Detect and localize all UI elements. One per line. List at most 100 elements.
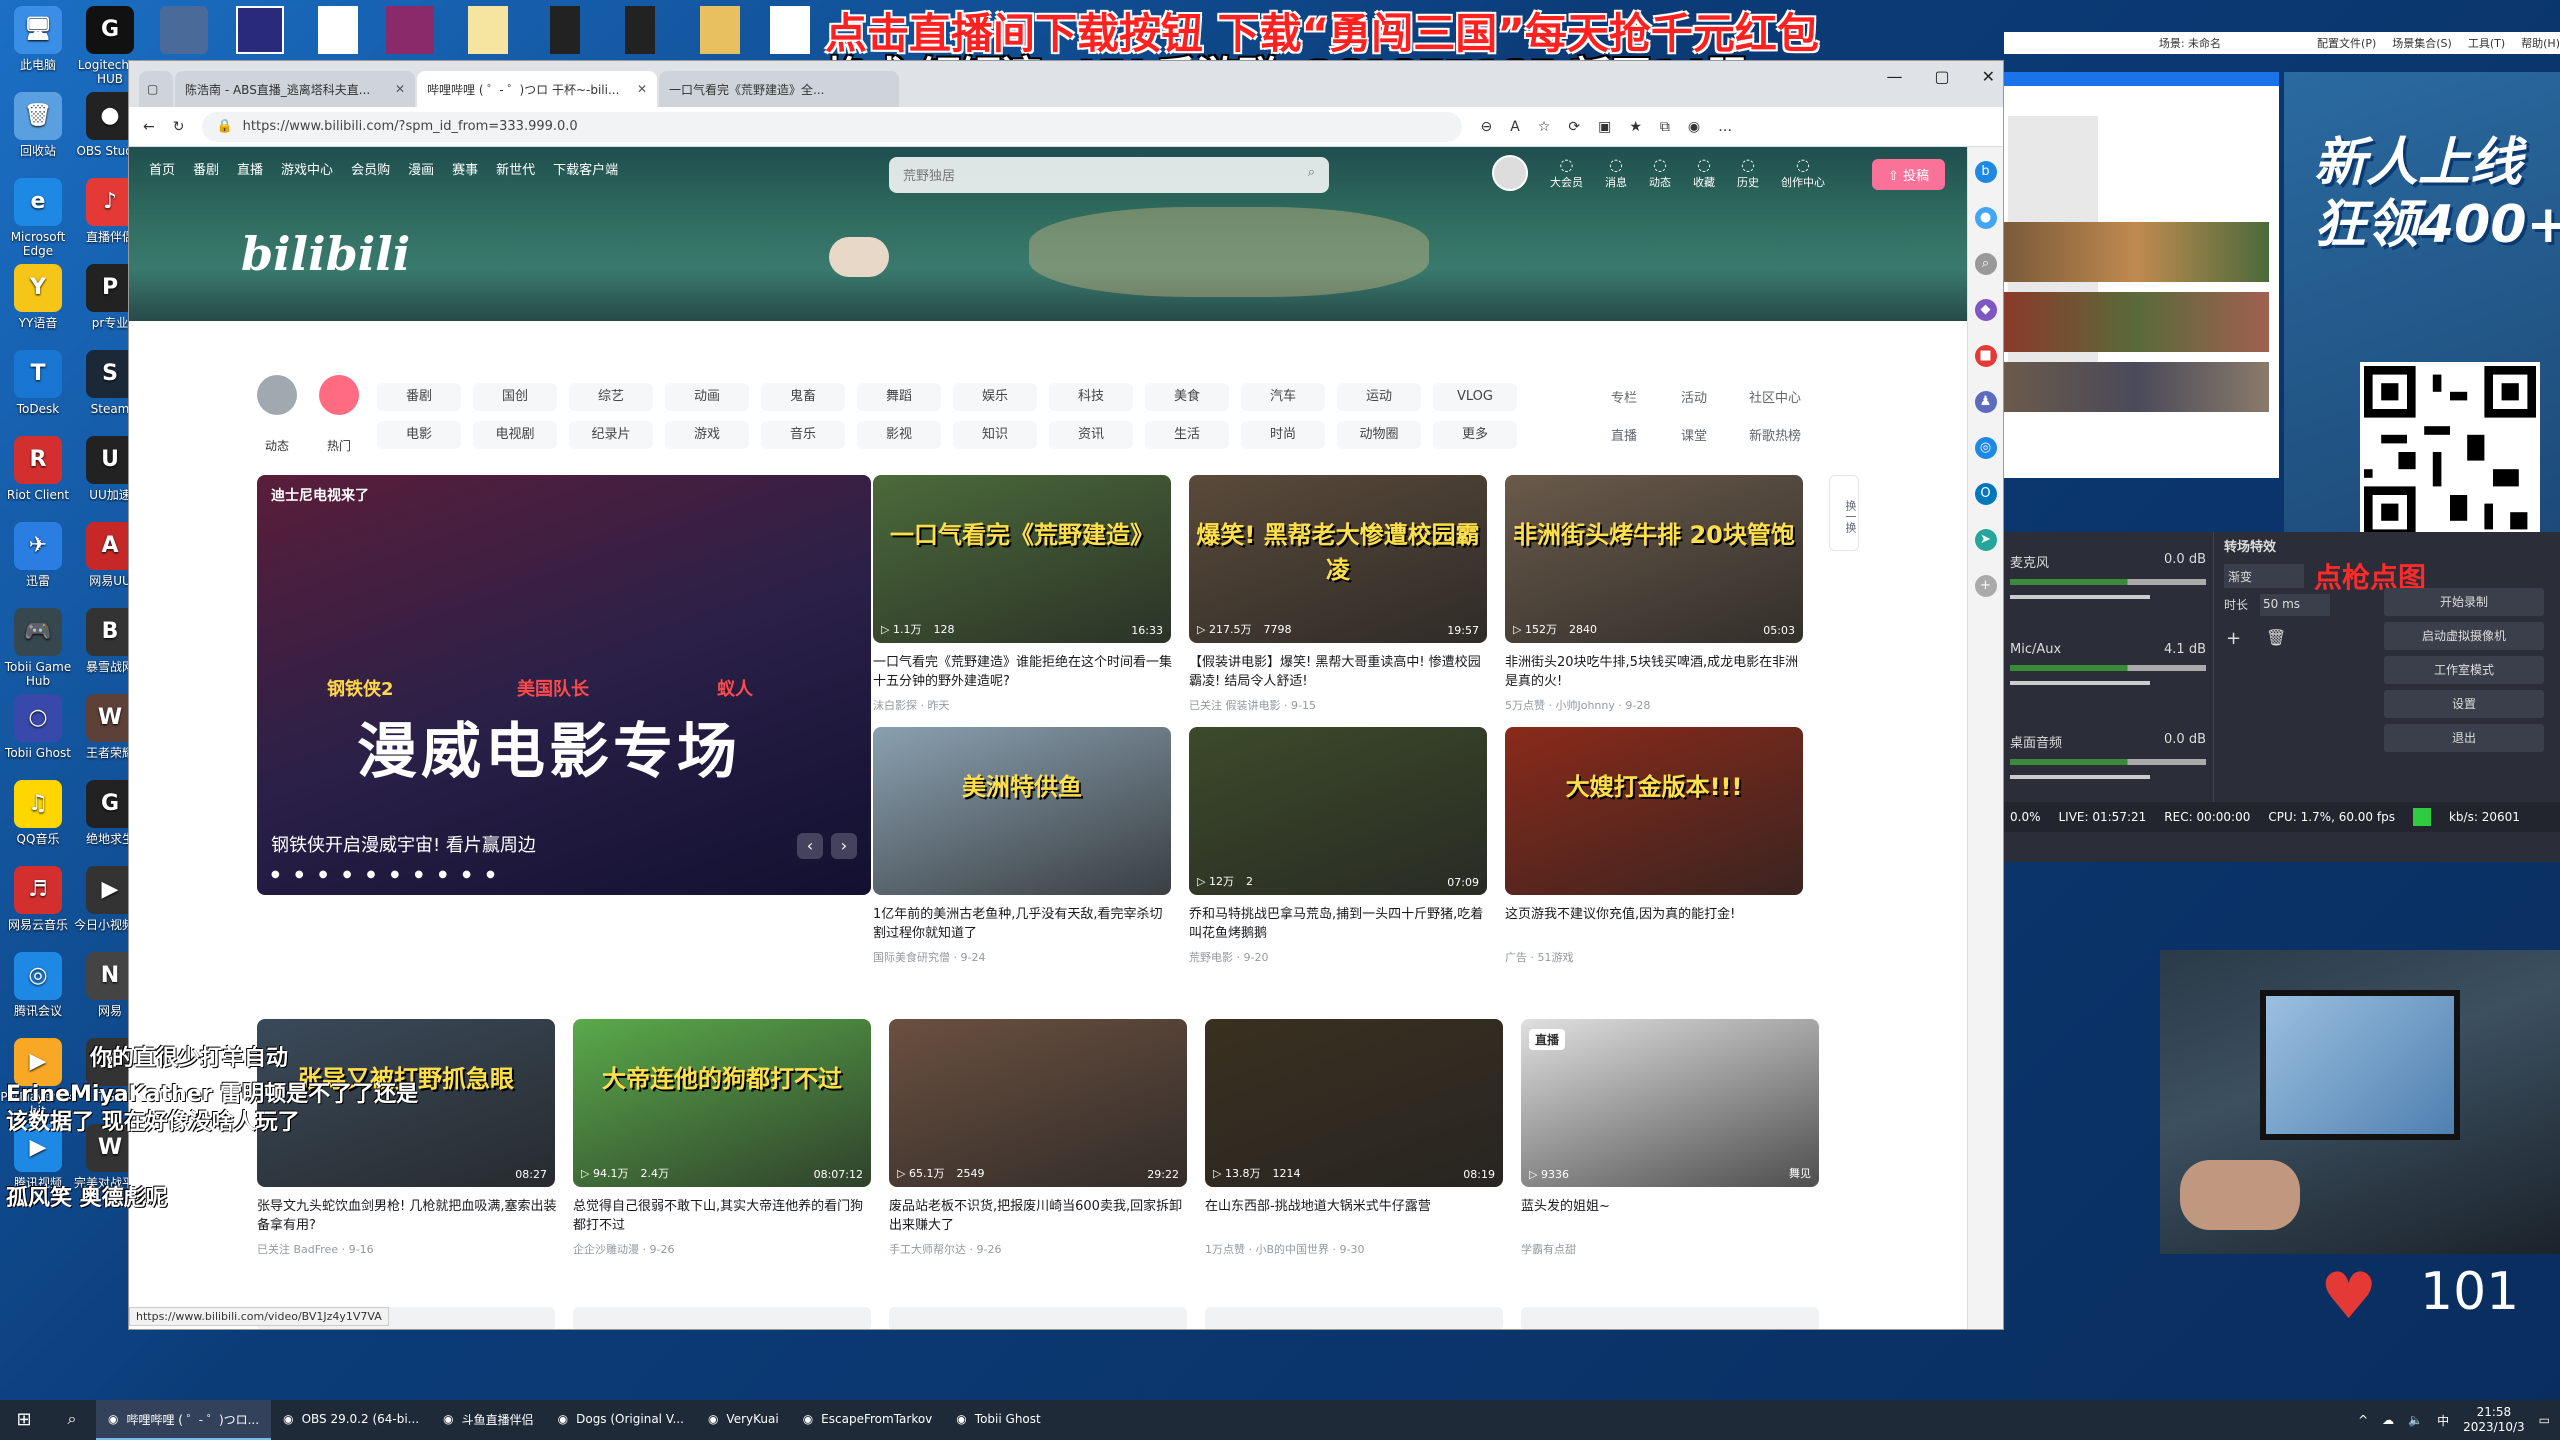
video-title[interactable]: 一口气看完《荒野建造》谁能拒绝在这个时间看一集十五分钟的野外建造呢? [873,653,1173,691]
desktop-icon[interactable]: ○ Tobii Ghost [0,694,76,774]
shopping-icon[interactable]: ■ [1974,345,1997,367]
tray-chevron-icon[interactable]: ^ [2358,1413,2368,1427]
category-21[interactable]: 时尚 [1241,421,1325,449]
desktop-icon[interactable]: R Riot Client [0,436,76,516]
video-thumbnail[interactable]: 爆笑! 黑帮老大惨遭校园霸凌 ▷ 217.5万 7798 19:57 [1189,475,1487,643]
video-thumbnail[interactable]: 大帝连他的狗都打不过 ▷ 94.1万 2.4万 08:07:12 [573,1019,871,1187]
search-icon[interactable]: ⌕ [48,1400,96,1440]
app-icon[interactable] [160,6,208,54]
video-meta[interactable]: 学霸有点甜 [1521,1241,1576,1257]
tab-dynamic[interactable]: 动态 [247,437,307,454]
refresh-icon[interactable]: ↻ [173,119,185,135]
app-icon[interactable] [236,6,284,54]
obs-menu-item[interactable]: 配置文件(P) [2317,35,2376,51]
video-meta[interactable]: 广告 · 51游戏 [1505,949,1574,965]
url-field[interactable]: 🔒 https://www.bilibili.com/?spm_id_from=… [202,111,1463,142]
video-title[interactable]: 1亿年前的美洲古老鱼种,几乎没有天敌,看完宰杀切割过程你就知道了 [873,905,1173,943]
taskbar-app[interactable]: ◉ Tobii Ghost [944,1400,1052,1440]
taskbar-app[interactable]: ◉ 哔哩哔哩 ( ゜- ゜)つロ... [96,1400,272,1440]
volume-slider[interactable] [2010,775,2150,779]
category-8[interactable]: 美食 [1145,383,1229,411]
bing-icon[interactable]: b [1974,161,1997,183]
video-thumbnail[interactable]: 非洲街头烤牛排 20块管饱 ▷ 152万 2840 05:03 [1505,475,1803,643]
tools-icon[interactable]: ◆ [1974,299,1997,321]
category-18[interactable]: 知识 [953,421,1037,449]
video-title[interactable]: 在山东西部-挑战地道大锅米式牛仔露营 [1205,1197,1505,1235]
desktop-icon[interactable]: ♫ QQ音乐 [0,780,76,860]
obs-menu-item[interactable]: 工具(T) [2468,35,2505,51]
nav-item[interactable]: 新世代 [496,159,535,178]
office-icon[interactable]: ◎ [1974,437,1997,459]
obs-button[interactable]: 退出 [2384,724,2544,752]
user-nav-item[interactable]: ◌ 收藏 [1693,155,1715,191]
ime-indicator[interactable]: 中 [2437,1412,2449,1429]
user-nav-item[interactable]: ◌ 创作中心 [1781,155,1825,191]
video-thumbnail[interactable]: 大嫂打金版本!!! [1505,727,1803,895]
category-3[interactable]: 动画 [665,383,749,411]
side-link[interactable]: 新歌热榜 [1749,425,1801,444]
games-icon[interactable]: ♟ [1974,391,1997,413]
video-thumbnail[interactable]: ▷ 12万 2 07:09 [1189,727,1487,895]
carousel-dots[interactable]: ● ● ● ● ● ● ● ● ● ● [271,869,501,880]
desktop-icon[interactable]: e Microsoft Edge [0,178,76,258]
category-19[interactable]: 资讯 [1049,421,1133,449]
category-0[interactable]: 番剧 [377,383,461,411]
video-title[interactable]: 非洲街头20块吃牛排,5块钱买啤酒,成龙电影在非洲是真的火! [1505,653,1805,691]
notification-icon[interactable]: ▭ [2539,1413,2550,1427]
hot-icon[interactable] [319,375,359,415]
collections-icon[interactable]: ⧉ [1660,119,1670,135]
user-nav-item[interactable]: ◌ 动态 [1649,155,1671,191]
category-11[interactable]: VLOG [1433,383,1517,411]
carousel-prev-button[interactable]: ‹ [797,833,823,859]
volume-icon[interactable]: 🔈 [2408,1413,2423,1427]
video-title[interactable]: 废品站老板不识货,把报废川崎当600卖我,回家拆卸出来赚大了 [889,1197,1189,1235]
read-aloud-icon[interactable]: A [1510,119,1520,135]
category-2[interactable]: 综艺 [569,383,653,411]
nav-item[interactable]: 下载客户端 [553,159,618,178]
upload-button[interactable]: ⇧ 投稿 [1871,159,1945,190]
back-icon[interactable]: ← [143,119,155,135]
side-link[interactable]: 课堂 [1681,425,1707,444]
category-5[interactable]: 舞蹈 [857,383,941,411]
video-meta[interactable]: 企企沙雕动漫 · 9-26 [573,1241,674,1257]
video-title[interactable]: 蓝头发的姐姐~ [1521,1197,1821,1235]
taskbar-app[interactable]: ◉ OBS 29.0.2 (64-bi... [271,1400,431,1440]
send-icon[interactable]: ➤ [1974,529,1997,551]
desktop-icon[interactable]: ◎ 腾讯会议 [0,952,76,1032]
search-icon[interactable]: ⌕ [1974,253,1997,275]
folder-icon[interactable] [700,6,740,54]
refresh-button[interactable]: 换一换 [1829,475,1859,551]
carousel-next-button[interactable]: › [831,833,857,859]
trash-icon[interactable]: 🗑 [2266,628,2286,647]
search-icon[interactable]: ⌕ [1308,165,1315,180]
category-16[interactable]: 音乐 [761,421,845,449]
desktop-icon[interactable]: 🗑 回收站 [0,92,76,172]
video-meta[interactable]: 国际美食研究僧 · 9-24 [873,949,985,965]
category-13[interactable]: 电视剧 [473,421,557,449]
video-meta[interactable]: 手工大师帮尔达 · 9-26 [889,1241,1001,1257]
clock[interactable]: 21:58 2023/10/3 [2463,1405,2525,1435]
nav-item[interactable]: 番剧 [193,159,219,178]
nav-item[interactable]: 直播 [237,159,263,178]
hero-title[interactable]: 钢铁侠开启漫威宇宙! 看片赢周边 [271,831,536,857]
nav-item[interactable]: 首页 [149,159,175,178]
desktop-icon[interactable]: 🎮 Tobii Game Hub [0,608,76,688]
obs-button[interactable]: 工作室模式 [2384,656,2544,684]
side-link[interactable]: 社区中心 [1749,387,1801,406]
profile-icon[interactable]: ◉ [1688,119,1700,135]
tab-video[interactable]: 一口气看完《荒野建造》全... [659,71,899,107]
video-title[interactable]: 【假装讲电影】爆笑! 黑帮大哥重读高中! 惨遭校园霸凌! 结局令人舒适! [1189,653,1489,691]
avatar[interactable] [1492,155,1528,191]
video-meta[interactable]: 已关注 BadFree · 9-16 [257,1241,374,1257]
video-title[interactable]: 总觉得自己很弱不敢下山,其实大帝连他养的看门狗都打不过 [573,1197,873,1235]
category-14[interactable]: 纪录片 [569,421,653,449]
dynamic-icon[interactable] [257,375,297,415]
category-15[interactable]: 游戏 [665,421,749,449]
video-thumbnail[interactable]: ▷ 13.8万 1214 08:19 [1205,1019,1503,1187]
user-nav-item[interactable]: ◌ 消息 [1605,155,1627,191]
nav-item[interactable]: 赛事 [452,159,478,178]
tab-hot[interactable]: 热门 [309,437,369,454]
desktop-icon[interactable]: Y YY语音 [0,264,76,344]
obs-menu-item[interactable]: 场景集合(S) [2392,35,2452,51]
network-icon[interactable]: ☁ [2382,1413,2394,1427]
